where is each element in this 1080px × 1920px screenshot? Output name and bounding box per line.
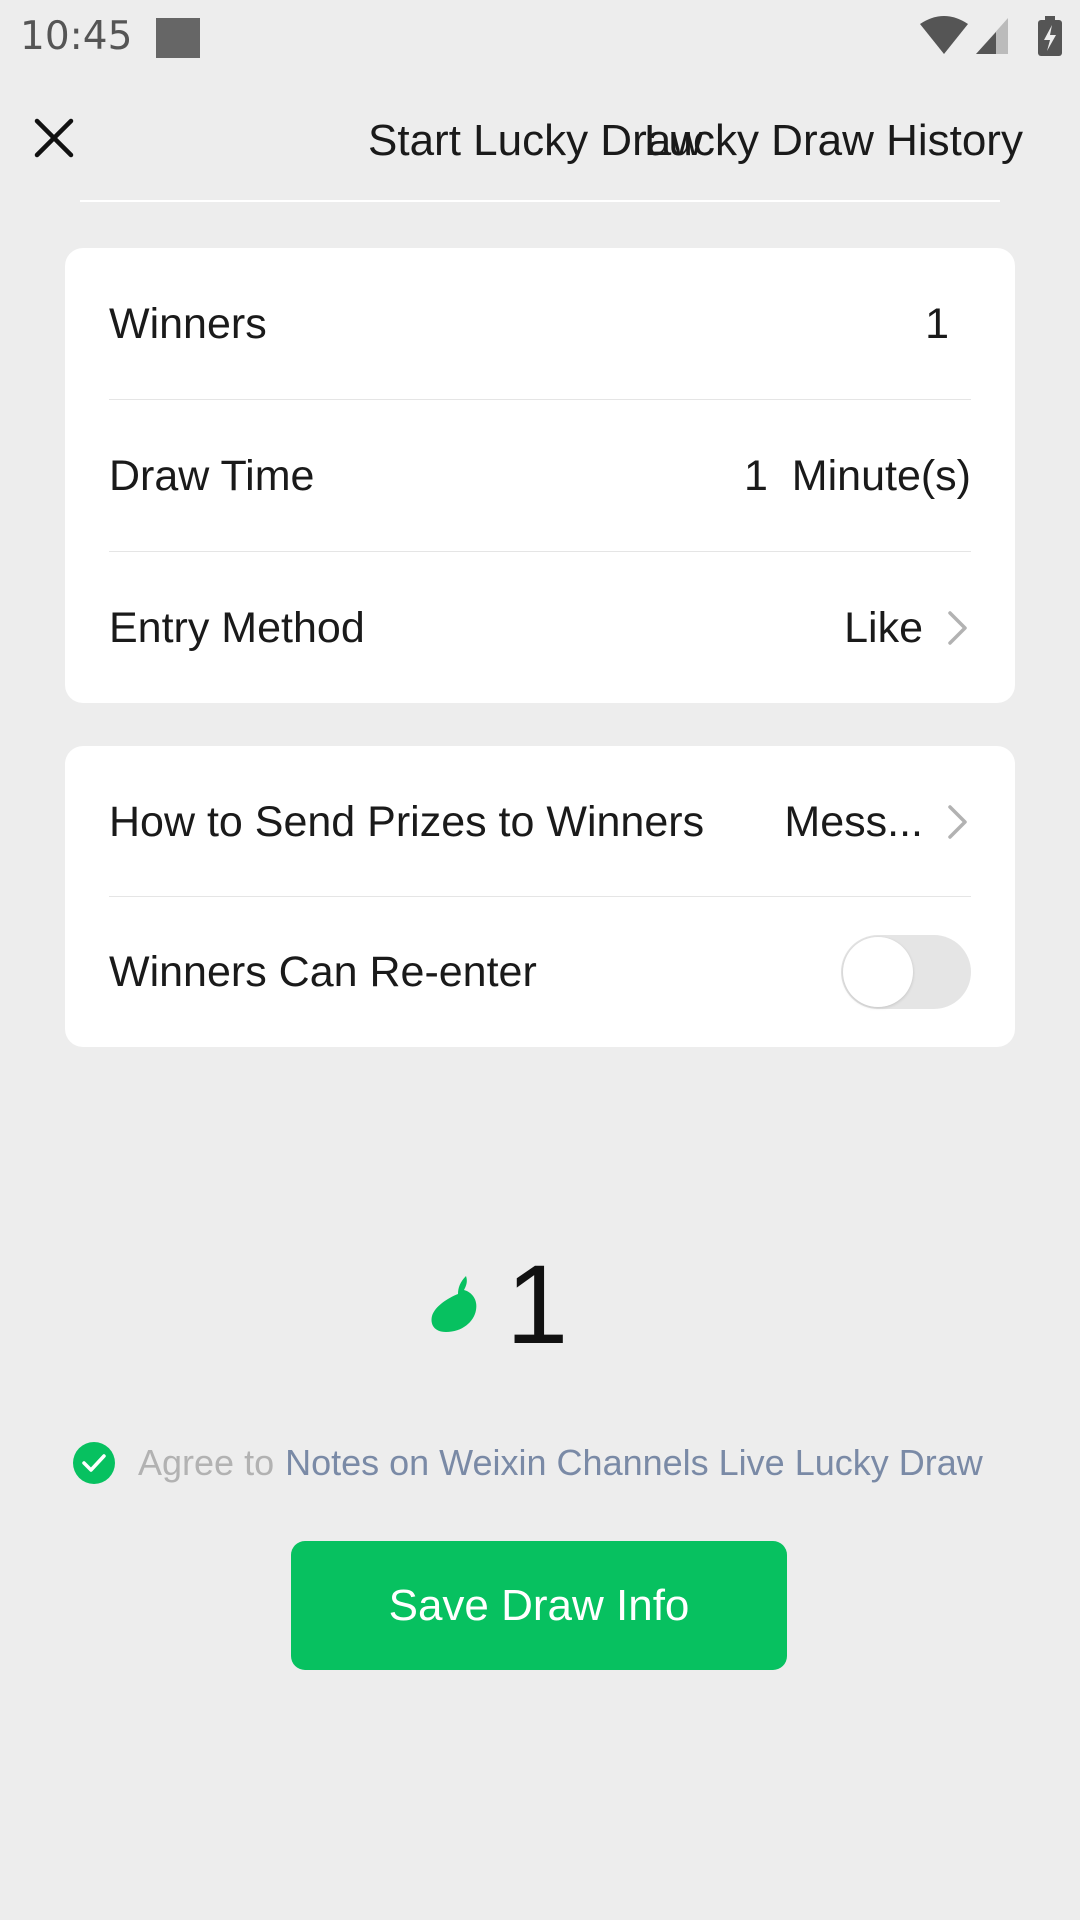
draw-time-row[interactable]: Draw Time 1 Minute(s) [109, 400, 971, 552]
like-count: 1 [506, 1242, 569, 1367]
status-bar: 10:45 [0, 0, 1080, 80]
winners-value: 1 [925, 299, 949, 348]
prize-settings-card: How to Send Prizes to Winners Mess... Wi… [65, 746, 1015, 1047]
entry-method-row[interactable]: Entry Method Like [109, 552, 971, 704]
check-circle-icon[interactable] [72, 1441, 116, 1485]
send-prizes-value: Mess... [784, 797, 923, 846]
signal-icon [976, 18, 1008, 54]
tab-lucky-draw-history[interactable]: Lucky Draw History [644, 116, 1023, 166]
reenter-row: Winners Can Re-enter [109, 896, 971, 1048]
battery-charging-icon [1038, 16, 1062, 56]
agreement: Agree to Notes on Weixin Channels Live L… [72, 1438, 983, 1488]
draw-time-label: Draw Time [109, 451, 315, 500]
chevron-right-icon [948, 611, 967, 645]
draw-time-value: 1 Minute(s) [743, 451, 971, 500]
agree-text: Agree to [138, 1442, 275, 1483]
like-icon [431, 1276, 477, 1332]
header: Start Lucky Draw Lucky Draw History [0, 80, 1080, 200]
draw-settings-card: Winners 1 Draw Time 1 Minute(s) Entry Me… [65, 248, 1015, 703]
reenter-label: Winners Can Re-enter [109, 947, 537, 996]
agreement-link[interactable]: Notes on Weixin Channels Live Lucky Draw [285, 1442, 983, 1484]
send-prizes-value-wrap: Mess... [784, 798, 971, 847]
send-prizes-label: How to Send Prizes to Winners [109, 797, 705, 846]
status-time: 10:45 [20, 14, 133, 59]
close-button[interactable] [22, 106, 86, 170]
toggle-knob [843, 937, 913, 1007]
close-icon [34, 118, 74, 158]
send-prizes-row[interactable]: How to Send Prizes to Winners Mess... [109, 746, 971, 898]
chevron-right-icon [948, 805, 967, 839]
winners-label: Winners [109, 299, 267, 348]
winners-row[interactable]: Winners 1 [109, 248, 971, 400]
like-counter: 1 [0, 1240, 1080, 1370]
save-draw-info-button[interactable]: Save Draw Info [291, 1541, 787, 1670]
reenter-toggle[interactable] [841, 935, 971, 1009]
wifi-icon [920, 16, 968, 54]
notification-square-icon [156, 18, 200, 58]
entry-method-value-wrap: Like [844, 604, 971, 653]
entry-method-label: Entry Method [109, 603, 365, 652]
entry-method-value: Like [844, 603, 923, 652]
header-divider [80, 200, 1000, 202]
